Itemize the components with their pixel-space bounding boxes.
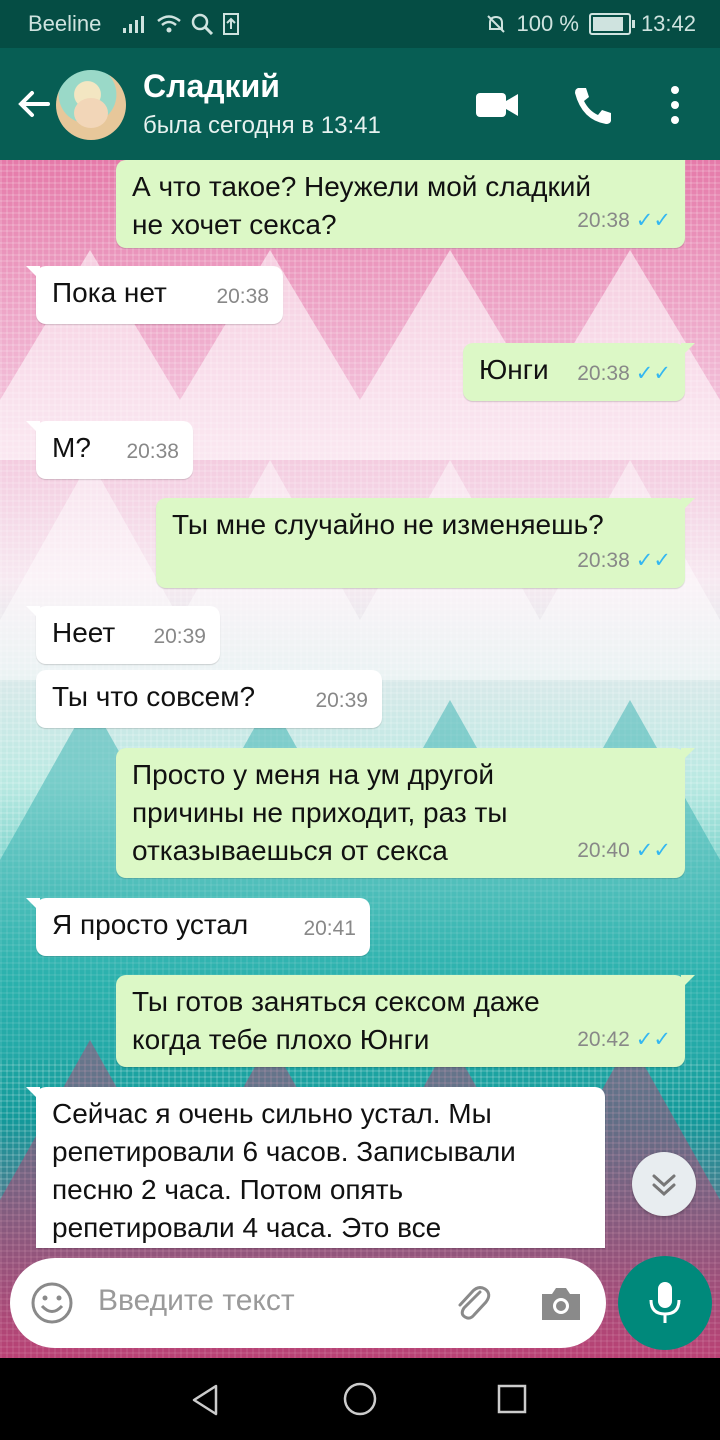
upload-icon	[223, 13, 239, 35]
message-text: Просто у меня на ум другой причины не пр…	[132, 759, 508, 866]
message-time: 20:41	[303, 917, 356, 940]
search-icon	[191, 13, 214, 35]
message-text: М?	[52, 432, 91, 463]
message-meta: 20:38	[216, 278, 269, 316]
message-bubble-incoming[interactable]: М? 20:38	[26, 421, 193, 479]
message-bubble-incoming[interactable]: Я просто устал 20:41	[26, 898, 370, 956]
mute-bell-icon	[486, 15, 505, 33]
message-meta: 20:38 ✓✓	[577, 202, 671, 240]
bubble-tail	[26, 606, 40, 620]
back-arrow-icon[interactable]	[14, 84, 54, 124]
message-bubble-incoming[interactable]: Пока нет 20:38	[26, 266, 283, 324]
chat-area[interactable]: А что такое? Неужели мой сладкий не хоче…	[0, 160, 720, 1360]
emoji-icon[interactable]	[30, 1281, 74, 1325]
bubble-tail	[681, 498, 695, 512]
message-bubble-incoming[interactable]: Сейчас я очень сильно устал. Мы репетиро…	[26, 1087, 605, 1248]
message-meta: 20:41	[303, 910, 356, 948]
chat-header: Сладкий была сегодня в 13:41	[0, 48, 720, 160]
message-meta: 20:42 ✓✓	[577, 1021, 671, 1059]
message-bubble-outgoing[interactable]: Юнги 20:38 ✓✓	[463, 343, 695, 401]
wifi-icon	[157, 15, 181, 33]
read-ticks-icon: ✓✓	[635, 1028, 671, 1051]
message-bubble-outgoing[interactable]: Просто у меня на ум другой причины не пр…	[116, 748, 695, 878]
message-time: 20:39	[153, 625, 206, 648]
status-bar: Beeline 100 % 13:42	[0, 0, 720, 48]
status-right: 100 % 13:42	[485, 11, 696, 37]
bubble-tail	[681, 975, 695, 989]
attach-icon[interactable]	[450, 1280, 496, 1326]
signal-icon	[123, 16, 144, 33]
last-seen[interactable]: была сегодня в 13:41	[143, 112, 381, 140]
message-input-bar[interactable]: Введите текст	[10, 1258, 606, 1348]
message-time: 20:39	[315, 689, 368, 712]
battery-icon	[588, 13, 635, 35]
avatar[interactable]	[56, 70, 126, 140]
message-text: Ты мне случайно не изменяешь?	[172, 509, 604, 540]
message-input[interactable]: Введите текст	[98, 1284, 295, 1318]
message-time: 20:40	[577, 839, 630, 862]
message-time: 20:42	[577, 1028, 630, 1051]
message-time: 20:38	[126, 440, 179, 463]
message-text: Юнги	[479, 354, 549, 385]
message-bubble-incoming[interactable]: Неет 20:39	[26, 606, 220, 664]
contact-name[interactable]: Сладкий	[143, 68, 280, 105]
message-bubble-outgoing[interactable]: Ты готов заняться сексом даже когда тебе…	[116, 975, 695, 1067]
message-meta: 20:39	[153, 618, 206, 656]
message-text: Пока нет	[52, 277, 167, 308]
battery-percent: 100 %	[516, 11, 579, 36]
message-meta: 20:38 ✓✓	[577, 542, 671, 580]
read-ticks-icon: ✓✓	[635, 362, 671, 385]
bubble-tail	[681, 748, 695, 762]
message-meta: 20:38	[126, 433, 179, 471]
message-time: 20:38	[577, 209, 630, 232]
message-text: Ты готов заняться сексом даже когда тебе…	[132, 986, 540, 1055]
nav-recents-icon[interactable]	[495, 1382, 529, 1416]
read-ticks-icon: ✓✓	[635, 839, 671, 862]
carrier-label: Beeline	[28, 11, 102, 36]
bubble-tail	[681, 343, 695, 357]
message-meta: 20:40 ✓✓	[577, 832, 671, 870]
nav-home-icon[interactable]	[341, 1380, 379, 1418]
message-bubble-incoming[interactable]: Ты что совсем? 20:39	[36, 670, 382, 728]
message-text: Ты что совсем?	[52, 681, 256, 712]
scroll-to-bottom-button[interactable]	[632, 1152, 696, 1216]
message-time: 20:38	[577, 549, 630, 572]
clock: 13:42	[640, 11, 696, 36]
bubble-tail	[26, 266, 40, 280]
bubble-tail	[26, 898, 40, 912]
message-text: Сейчас я очень сильно устал. Мы репетиро…	[52, 1098, 516, 1243]
phone-icon[interactable]	[568, 82, 618, 128]
read-ticks-icon: ✓✓	[635, 549, 671, 572]
message-bubble-outgoing[interactable]: А что такое? Неужели мой сладкий не хоче…	[116, 160, 685, 248]
message-time: 20:38	[577, 362, 630, 385]
bubble-tail	[26, 1087, 40, 1101]
message-time: 20:38	[216, 285, 269, 308]
message-text: Я просто устал	[52, 909, 249, 940]
message-text: Неет	[52, 617, 116, 648]
mic-button[interactable]	[618, 1256, 712, 1350]
camera-icon[interactable]	[538, 1282, 584, 1324]
video-call-icon[interactable]	[472, 82, 522, 128]
signal-icons	[122, 12, 240, 36]
more-vert-icon[interactable]	[652, 82, 698, 128]
system-nav-bar	[0, 1358, 720, 1440]
mic-icon	[649, 1282, 681, 1323]
chevron-down-double-icon	[652, 1174, 676, 1197]
message-meta: 20:38 ✓✓	[577, 355, 671, 393]
message-bubble-outgoing[interactable]: Ты мне случайно не изменяешь? 20:38 ✓✓	[156, 498, 695, 588]
message-text: А что такое? Неужели мой сладкий не хоче…	[132, 171, 591, 240]
message-meta: 20:39	[315, 682, 368, 720]
bubble-tail	[26, 421, 40, 435]
read-ticks-icon: ✓✓	[635, 209, 671, 232]
nav-back-icon[interactable]	[188, 1382, 224, 1418]
